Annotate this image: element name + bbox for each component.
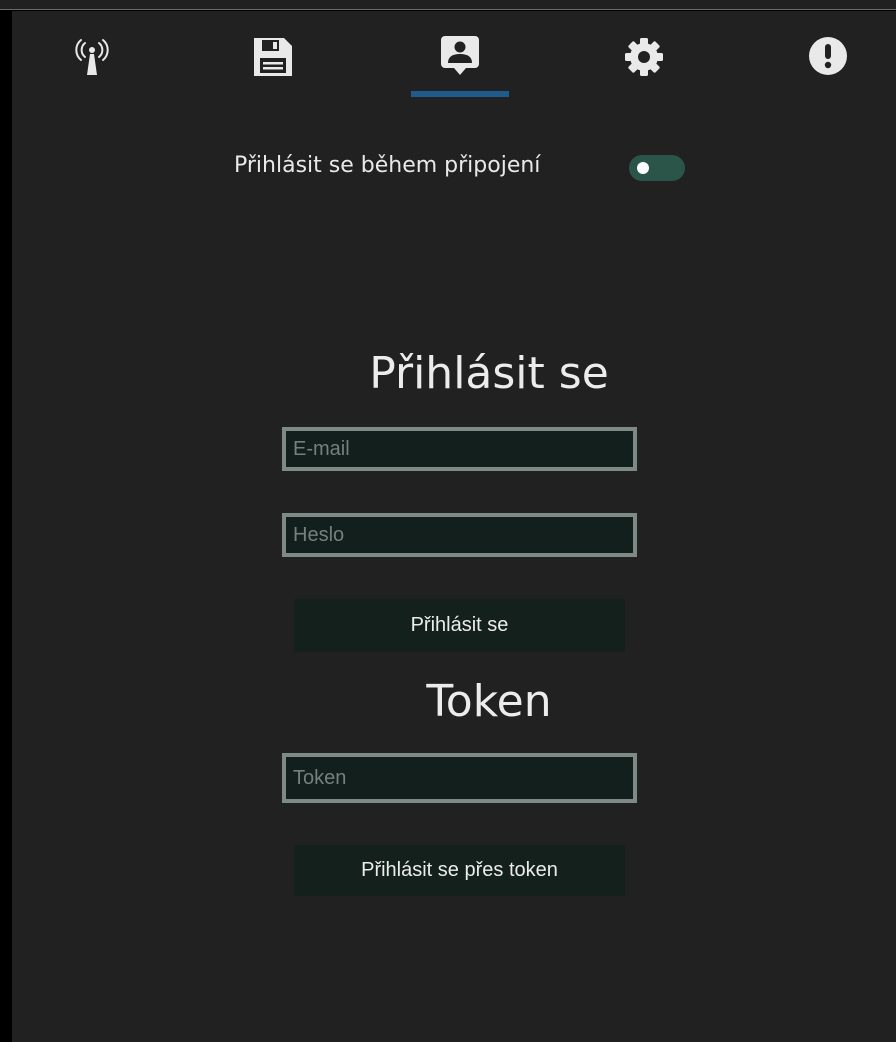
gear-icon <box>622 35 666 79</box>
window-frame: Přihlásit se během připojení Přihlásit s… <box>0 0 896 1042</box>
token-login-button[interactable]: Přihlásit se přes token <box>294 845 625 896</box>
login-button[interactable]: Přihlásit se <box>294 599 625 652</box>
token-field[interactable] <box>282 753 637 803</box>
alert-circle-icon <box>806 35 850 79</box>
password-field[interactable] <box>282 513 637 557</box>
tab-alert[interactable] <box>803 35 853 125</box>
auto-login-toggle[interactable] <box>629 155 685 181</box>
auto-login-row: Přihlásit se během připojení <box>12 151 896 185</box>
tab-wireless[interactable] <box>66 35 118 125</box>
auto-login-label: Přihlásit se během připojení <box>234 153 541 178</box>
login-heading: Přihlásit se <box>369 348 609 399</box>
floppy-disk-icon <box>251 35 295 79</box>
window-top-bar <box>0 0 896 10</box>
tab-account[interactable] <box>435 33 485 123</box>
tab-save[interactable] <box>248 35 298 125</box>
active-tab-indicator <box>411 91 509 97</box>
tab-settings[interactable] <box>619 35 669 125</box>
wireless-tower-icon <box>68 35 116 79</box>
app-panel: Přihlásit se během připojení Přihlásit s… <box>12 11 896 1042</box>
token-heading: Token <box>426 676 552 727</box>
toggle-knob <box>637 162 649 174</box>
email-field[interactable] <box>282 427 637 471</box>
account-box-icon <box>437 33 483 79</box>
